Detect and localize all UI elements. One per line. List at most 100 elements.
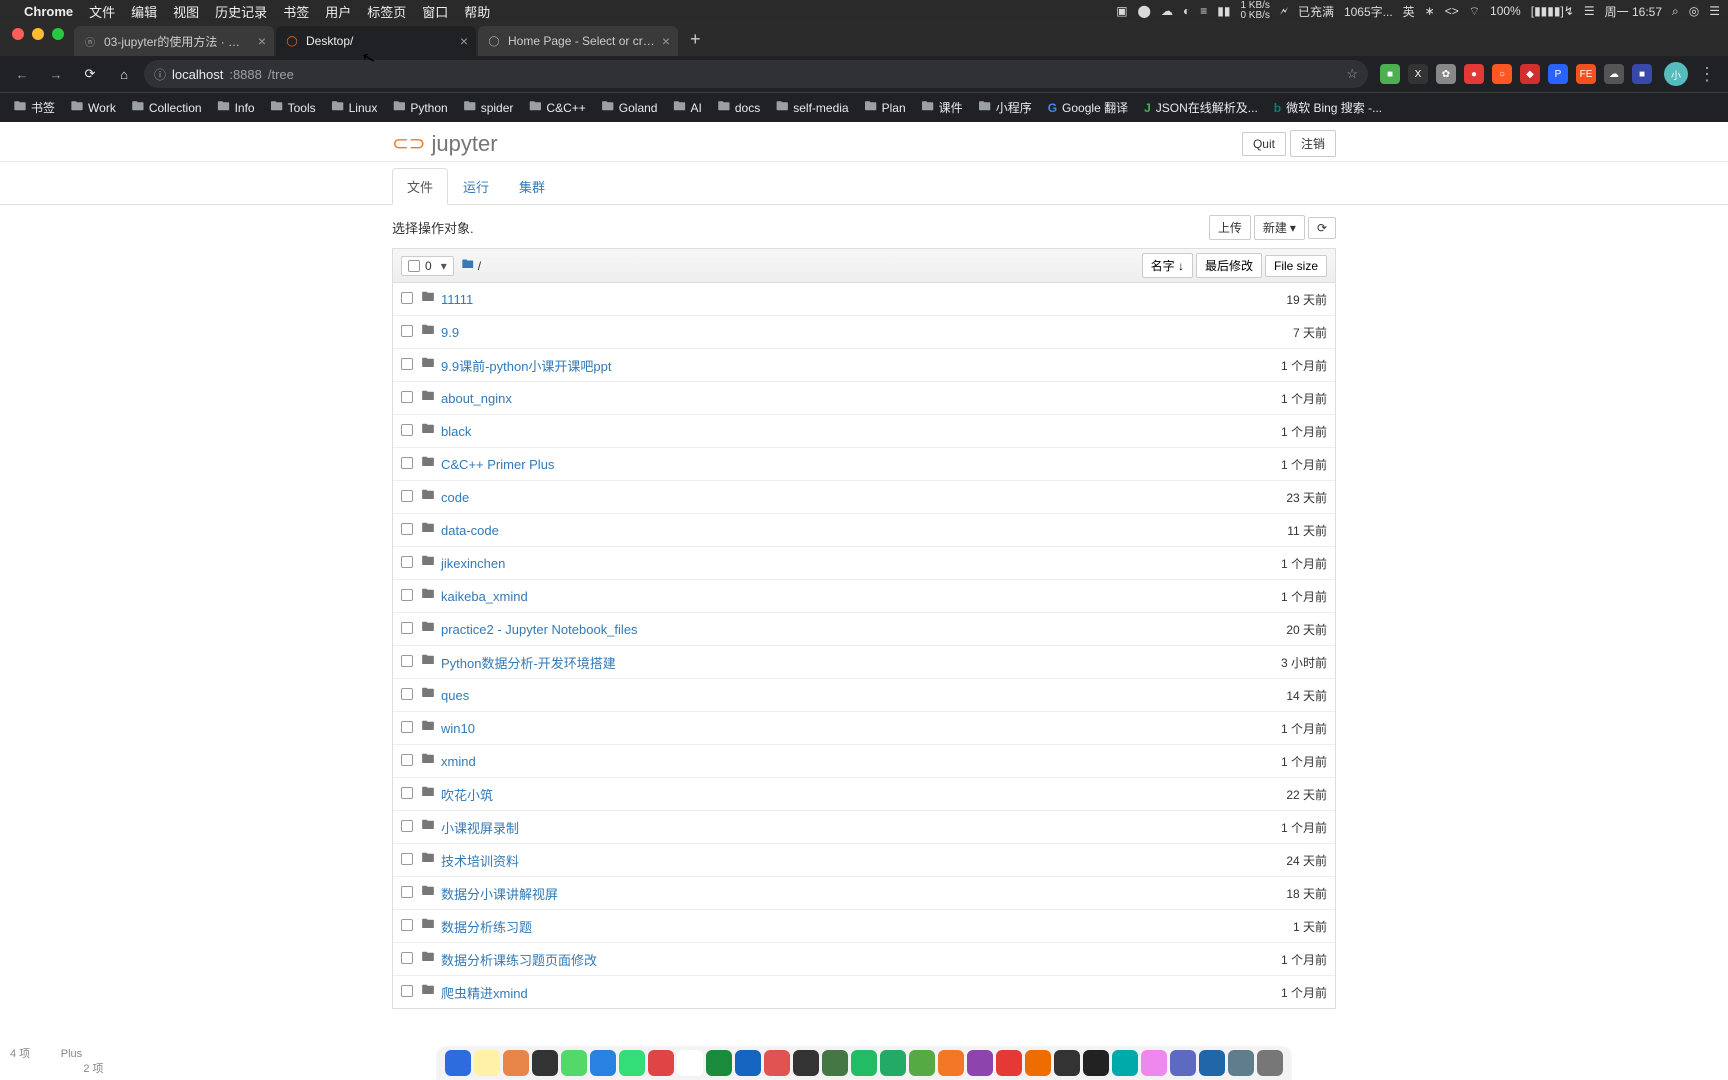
refresh-button[interactable]: ⟳ <box>1308 217 1336 239</box>
dock-app-icon[interactable] <box>590 1050 616 1076</box>
row-checkbox[interactable] <box>401 358 419 373</box>
bookmark-star-icon[interactable]: ☆ <box>1346 66 1358 82</box>
bookmark-item[interactable]: 🖿Work <box>65 93 122 122</box>
close-window-icon[interactable] <box>12 28 24 40</box>
close-tab-icon[interactable]: × <box>662 33 670 49</box>
file-link[interactable]: 9.9 <box>441 325 459 340</box>
row-checkbox[interactable] <box>401 622 419 637</box>
bookmark-item[interactable]: 🖿C&C++ <box>523 93 591 122</box>
bookmark-item[interactable]: 🖿Python <box>387 93 453 122</box>
dock-app-icon[interactable] <box>1170 1050 1196 1076</box>
file-link[interactable]: 爬虫精进xmind <box>441 983 528 1002</box>
row-checkbox[interactable] <box>401 985 419 1000</box>
dock-app-icon[interactable] <box>996 1050 1022 1076</box>
file-link[interactable]: xmind <box>441 754 476 769</box>
row-checkbox[interactable] <box>401 655 419 670</box>
dock-app-icon[interactable] <box>1112 1050 1138 1076</box>
dock-app-icon[interactable] <box>1199 1050 1225 1076</box>
site-info-icon[interactable]: ⓘ <box>154 66 166 83</box>
dock-app-icon[interactable] <box>938 1050 964 1076</box>
dock-app-icon[interactable] <box>1025 1050 1051 1076</box>
dock-app-icon[interactable] <box>706 1050 732 1076</box>
row-checkbox[interactable] <box>401 391 419 406</box>
bluetooth-icon[interactable]: ∗ <box>1425 4 1435 18</box>
mac-app-name[interactable]: Chrome <box>24 4 73 19</box>
ext-icon[interactable]: FE <box>1576 64 1596 84</box>
file-link[interactable]: code <box>441 490 469 505</box>
file-link[interactable]: 11111 <box>441 292 473 307</box>
dock-app-icon[interactable] <box>503 1050 529 1076</box>
close-tab-icon[interactable]: × <box>460 33 468 49</box>
row-checkbox[interactable] <box>401 292 419 307</box>
file-link[interactable]: C&C++ Primer Plus <box>441 457 554 472</box>
status-field[interactable]: 1065字... <box>1344 3 1393 20</box>
maximize-window-icon[interactable] <box>52 28 64 40</box>
reload-button[interactable]: ⟳ <box>76 60 104 88</box>
bookmark-item[interactable]: 🖿spider <box>458 93 520 122</box>
sort-name-button[interactable]: 名字 ↓ <box>1142 253 1193 278</box>
dock-app-icon[interactable] <box>532 1050 558 1076</box>
bookmark-item[interactable]: 🖿Collection <box>126 93 208 122</box>
file-link[interactable]: about_nginx <box>441 391 512 406</box>
ext-icon[interactable]: ■ <box>1380 64 1400 84</box>
dock-app-icon[interactable] <box>561 1050 587 1076</box>
row-checkbox[interactable] <box>401 721 419 736</box>
file-link[interactable]: 数据分析练习题 <box>441 917 532 936</box>
file-link[interactable]: 技术培训资料 <box>441 851 519 870</box>
jupyter-logo[interactable]: ⊂⊃ jupyter <box>392 131 498 157</box>
dock-app-icon[interactable] <box>619 1050 645 1076</box>
file-link[interactable]: black <box>441 424 471 439</box>
dock-app-icon[interactable] <box>677 1050 703 1076</box>
dock-app-icon[interactable] <box>1141 1050 1167 1076</box>
status-icon[interactable]: ≡ <box>1200 4 1207 18</box>
row-checkbox[interactable] <box>401 424 419 439</box>
row-checkbox[interactable] <box>401 589 419 604</box>
dock-app-icon[interactable] <box>851 1050 877 1076</box>
logout-button[interactable]: 注销 <box>1290 130 1336 157</box>
bookmark-item[interactable]: 🖿Tools <box>265 93 322 122</box>
select-all-dropdown[interactable]: 0 ▾ <box>401 256 454 276</box>
search-icon[interactable]: ⌕ <box>1672 4 1679 19</box>
file-link[interactable]: 9.9课前-python小课开课吧ppt <box>441 356 612 375</box>
minimize-window-icon[interactable] <box>32 28 44 40</box>
breadcrumb[interactable]: 🖿 / <box>462 255 481 276</box>
tab-clusters[interactable]: 集群 <box>504 168 560 205</box>
file-link[interactable]: 吹花小筑 <box>441 785 493 804</box>
dock-app-icon[interactable] <box>822 1050 848 1076</box>
status-icon[interactable]: ◐ <box>1183 4 1190 18</box>
menu-window[interactable]: 窗口 <box>422 2 448 21</box>
netspeed-icon[interactable]: 1 KB/s0 KB/s <box>1240 1 1269 21</box>
obs-icon[interactable]: ⬤ <box>1138 4 1151 18</box>
back-button[interactable]: ← <box>8 60 36 88</box>
dock-app-icon[interactable] <box>1083 1050 1109 1076</box>
file-link[interactable]: ques <box>441 688 469 703</box>
menu-tabs[interactable]: 标签页 <box>367 2 406 21</box>
file-link[interactable]: 小课视屏录制 <box>441 818 519 837</box>
row-checkbox[interactable] <box>401 523 419 538</box>
bookmark-item[interactable]: 🖿AI <box>667 93 707 122</box>
dock-app-icon[interactable] <box>1228 1050 1254 1076</box>
bookmark-item[interactable]: 🖿Plan <box>859 93 912 122</box>
row-checkbox[interactable] <box>401 325 419 340</box>
browser-tab[interactable]: ◯Desktop/× <box>276 26 476 56</box>
row-checkbox[interactable] <box>401 853 419 868</box>
sort-size-button[interactable]: File size <box>1265 255 1327 277</box>
menu-file[interactable]: 文件 <box>89 2 115 21</box>
row-checkbox[interactable] <box>401 490 419 505</box>
bookmark-item[interactable]: 🖿self-media <box>770 93 854 122</box>
dock-app-icon[interactable] <box>909 1050 935 1076</box>
address-bar[interactable]: ⓘ localhost:8888/tree ☆ <box>144 60 1368 88</box>
row-checkbox[interactable] <box>401 919 419 934</box>
battery-icon[interactable]: [▮▮▮▮]↯ <box>1531 4 1574 18</box>
bookmark-item[interactable]: 🖿docs <box>712 93 766 122</box>
notifications-icon[interactable]: ☰ <box>1709 4 1720 18</box>
home-button[interactable]: ⌂ <box>110 60 138 88</box>
menu-history[interactable]: 历史记录 <box>215 2 267 21</box>
row-checkbox[interactable] <box>401 688 419 703</box>
file-link[interactable]: Python数据分析-开发环境搭建 <box>441 653 616 672</box>
dock-app-icon[interactable] <box>474 1050 500 1076</box>
bookmark-item[interactable]: b微软 Bing 搜索 -... <box>1268 95 1388 120</box>
quit-button[interactable]: Quit <box>1242 132 1286 156</box>
bookmark-item[interactable]: GGoogle 翻译 <box>1042 95 1134 120</box>
file-link[interactable]: jikexinchen <box>441 556 505 571</box>
